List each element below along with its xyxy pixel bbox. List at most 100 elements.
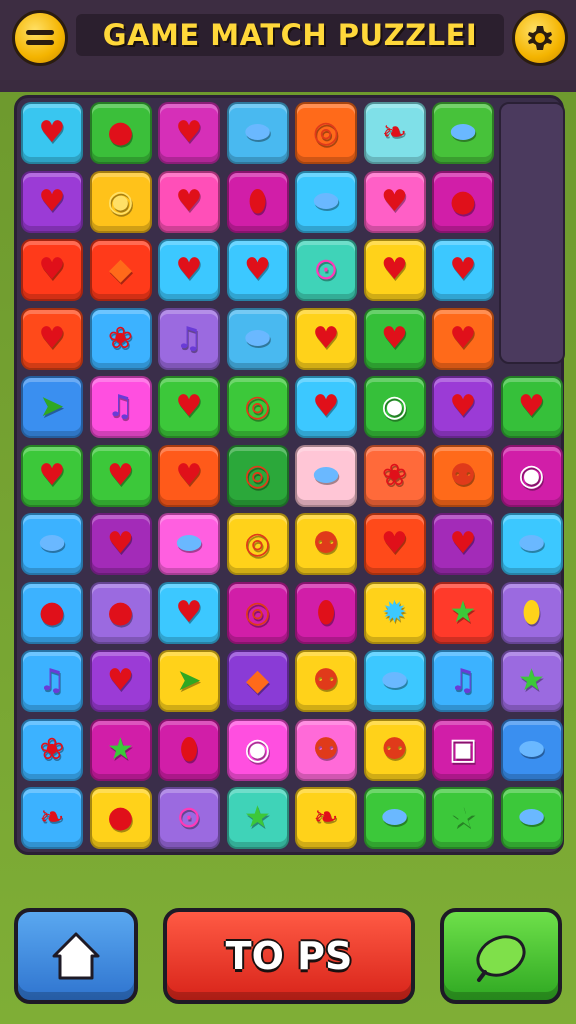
- note-icon: ♫: [175, 320, 203, 356]
- tile-r7-c4[interactable]: ◎: [226, 513, 289, 575]
- tile-r1-c7[interactable]: ⬬: [432, 102, 494, 164]
- tile-r4-c5[interactable]: ♥: [295, 307, 357, 370]
- tile-r9-c7[interactable]: ♫: [432, 650, 494, 712]
- tile-r6-c5[interactable]: ⬬: [295, 444, 357, 507]
- tile-r5-c2[interactable]: ♫: [89, 376, 152, 438]
- tile-r2-c6[interactable]: ♥: [363, 170, 426, 233]
- tile-r8-c5[interactable]: ⬮: [295, 581, 357, 644]
- berry-icon: ❀: [107, 320, 134, 356]
- tile-r3-c3[interactable]: ♥: [158, 239, 220, 301]
- tile-r7-c6[interactable]: ♥: [363, 513, 426, 575]
- center-action-button[interactable]: TO PS: [163, 908, 415, 1004]
- tile-r11-c1[interactable]: ❧: [21, 787, 83, 849]
- tile-r4-c7[interactable]: ♥: [432, 307, 494, 370]
- tile-r8-c1[interactable]: ●: [21, 581, 83, 644]
- tile-r11-c7[interactable]: ★: [432, 787, 494, 849]
- tile-r10-c5[interactable]: ⚉: [295, 718, 357, 781]
- tile-r7-c1[interactable]: ⬬: [21, 513, 83, 575]
- apple-icon: ●: [38, 594, 66, 630]
- tile-r6-c8[interactable]: ◉: [500, 444, 563, 507]
- tile-r5-c5[interactable]: ♥: [295, 376, 357, 438]
- tile-r4-c1[interactable]: ♥: [21, 307, 83, 370]
- tile-r11-c2[interactable]: ●: [89, 787, 152, 849]
- tile-r6-c4[interactable]: ◎: [226, 444, 289, 507]
- tile-r10-c4[interactable]: ◉: [226, 718, 289, 781]
- tile-r7-c5[interactable]: ⚉: [295, 513, 357, 575]
- tile-r11-c6[interactable]: ⬬: [363, 787, 426, 849]
- tile-r1-c3[interactable]: ♥: [158, 102, 220, 164]
- tile-r8-c4[interactable]: ◎: [226, 581, 289, 644]
- tile-r8-c3[interactable]: ♥: [158, 581, 220, 644]
- tile-r6-c2[interactable]: ♥: [89, 444, 152, 507]
- tile-r7-c8[interactable]: ⬬: [500, 513, 563, 575]
- tile-r8-c6[interactable]: ✹: [363, 581, 426, 644]
- tile-r11-c3[interactable]: ⊙: [158, 787, 220, 849]
- star-icon: ★: [244, 800, 271, 835]
- tile-r9-c5[interactable]: ⚉: [295, 650, 357, 712]
- tile-r11-c4[interactable]: ★: [226, 787, 289, 849]
- settings-button[interactable]: [512, 10, 568, 66]
- tile-r7-c7[interactable]: ♥: [432, 513, 494, 575]
- tile-r4-c3[interactable]: ♫: [158, 307, 220, 370]
- tile-r8-c8[interactable]: ⬮: [500, 581, 563, 644]
- tile-r9-c8[interactable]: ★: [500, 650, 563, 712]
- tile-r8-c2[interactable]: ●: [89, 581, 152, 644]
- leaf-icon: ⬬: [39, 526, 65, 561]
- tile-r9-c2[interactable]: ♥: [89, 650, 152, 712]
- tile-r5-c8[interactable]: ♥: [500, 376, 563, 438]
- tile-r10-c7[interactable]: ▣: [432, 718, 494, 781]
- tile-r5-c1[interactable]: ➤: [21, 376, 83, 438]
- tile-r10-c8[interactable]: ⬬: [500, 718, 563, 781]
- lime-button[interactable]: [440, 908, 562, 1004]
- menu-button[interactable]: [12, 10, 68, 66]
- empty-slot: [498, 102, 565, 364]
- tile-r11-c8[interactable]: ⬬: [500, 787, 563, 849]
- tile-r6-c6[interactable]: ❀: [363, 444, 426, 507]
- tile-r4-c2[interactable]: ❀: [89, 307, 152, 370]
- tile-r10-c6[interactable]: ⚉: [363, 718, 426, 781]
- tile-r1-c1[interactable]: ♥: [21, 102, 83, 164]
- tile-r6-c7[interactable]: ⚉: [432, 444, 494, 507]
- tile-r1-c5[interactable]: ◎: [295, 102, 357, 164]
- home-button[interactable]: [14, 908, 138, 1004]
- tile-r2-c4[interactable]: ⬮: [226, 170, 289, 233]
- star-icon: ★: [518, 663, 545, 698]
- leaf-icon: ⬬: [518, 526, 545, 561]
- tile-r2-c2[interactable]: ◉: [89, 170, 152, 233]
- tile-r8-c7[interactable]: ★: [432, 581, 494, 644]
- tile-r2-c3[interactable]: ♥: [158, 170, 220, 233]
- tile-r4-c4[interactable]: ⬬: [226, 307, 289, 370]
- tile-r2-c1[interactable]: ♥: [21, 170, 83, 233]
- tile-r3-c7[interactable]: ♥: [432, 239, 494, 301]
- tile-r1-c2[interactable]: ●: [89, 102, 152, 164]
- tile-r5-c4[interactable]: ◎: [226, 376, 289, 438]
- tile-r11-c5[interactable]: ❧: [295, 787, 357, 849]
- tile-r9-c3[interactable]: ➤: [158, 650, 220, 712]
- tile-r3-c2[interactable]: ◆: [89, 239, 152, 301]
- tile-r6-c3[interactable]: ♥: [158, 444, 220, 507]
- tile-r5-c3[interactable]: ♥: [158, 376, 220, 438]
- tile-r9-c4[interactable]: ◆: [226, 650, 289, 712]
- tile-r3-c4[interactable]: ♥: [226, 239, 289, 301]
- heart-icon: ♥: [381, 526, 408, 561]
- tile-r7-c2[interactable]: ♥: [89, 513, 152, 575]
- tile-r4-c6[interactable]: ♥: [363, 307, 426, 370]
- tile-r7-c3[interactable]: ⬬: [158, 513, 220, 575]
- tile-r3-c5[interactable]: ⊙: [295, 239, 357, 301]
- tile-r9-c6[interactable]: ⬬: [363, 650, 426, 712]
- tile-r2-c5[interactable]: ⬬: [295, 170, 357, 233]
- tile-r10-c3[interactable]: ⬮: [158, 718, 220, 781]
- tile-r5-c6[interactable]: ◉: [363, 376, 426, 438]
- tile-r1-c6[interactable]: ❧: [363, 102, 426, 164]
- tile-r5-c7[interactable]: ♥: [432, 376, 494, 438]
- tile-r9-c1[interactable]: ♫: [21, 650, 83, 712]
- menu-icon: [26, 30, 54, 45]
- tile-r10-c1[interactable]: ❀: [21, 718, 83, 781]
- tile-r3-c1[interactable]: ♥: [21, 239, 83, 301]
- tile-r6-c1[interactable]: ♥: [21, 444, 83, 507]
- tile-r10-c2[interactable]: ★: [89, 718, 152, 781]
- tile-r1-c4[interactable]: ⬬: [226, 102, 289, 164]
- tile-r2-c7[interactable]: ●: [432, 170, 494, 233]
- eye-icon: ◉: [381, 389, 408, 424]
- tile-r3-c6[interactable]: ♥: [363, 239, 426, 301]
